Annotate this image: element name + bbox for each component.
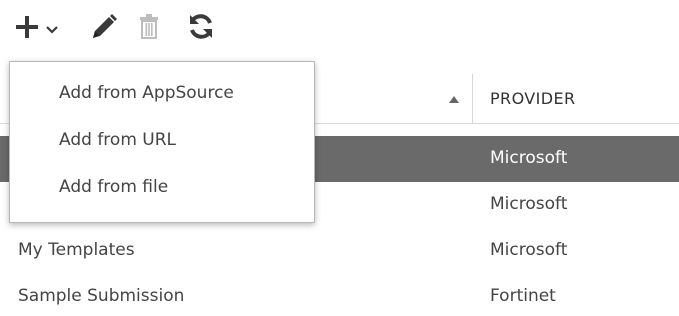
- menu-item-add-from-appsource[interactable]: Add from AppSource: [10, 70, 314, 116]
- row-provider: Microsoft: [490, 148, 568, 168]
- column-divider[interactable]: [472, 74, 473, 124]
- chevron-down-icon: [46, 26, 58, 34]
- menu-item-add-from-file[interactable]: Add from file: [10, 164, 314, 210]
- add-dropdown-menu: Add from AppSource Add from URL Add from…: [9, 61, 315, 223]
- sort-ascending-icon: [449, 96, 459, 103]
- row-name: Sample Submission: [18, 286, 185, 306]
- add-button[interactable]: [10, 9, 68, 43]
- plus-icon: [16, 16, 38, 38]
- row-name: My Templates: [18, 240, 135, 260]
- menu-item-add-from-url[interactable]: Add from URL: [10, 117, 314, 163]
- delete-button[interactable]: [136, 9, 164, 43]
- refresh-icon: [190, 14, 212, 39]
- trash-icon: [140, 14, 158, 39]
- table-row[interactable]: My Templates Microsoft: [0, 228, 679, 274]
- pencil-icon: [93, 14, 117, 38]
- app-root: PROVIDER Microsoft Microsoft My Template…: [0, 0, 679, 316]
- toolbar: [0, 0, 679, 52]
- refresh-button[interactable]: [184, 9, 218, 43]
- table-row[interactable]: Sample Submission Fortinet: [0, 274, 679, 316]
- provider-column-header[interactable]: PROVIDER: [490, 89, 576, 108]
- row-provider: Fortinet: [490, 286, 556, 306]
- edit-button[interactable]: [86, 9, 118, 43]
- row-provider: Microsoft: [490, 194, 568, 214]
- row-provider: Microsoft: [490, 240, 568, 260]
